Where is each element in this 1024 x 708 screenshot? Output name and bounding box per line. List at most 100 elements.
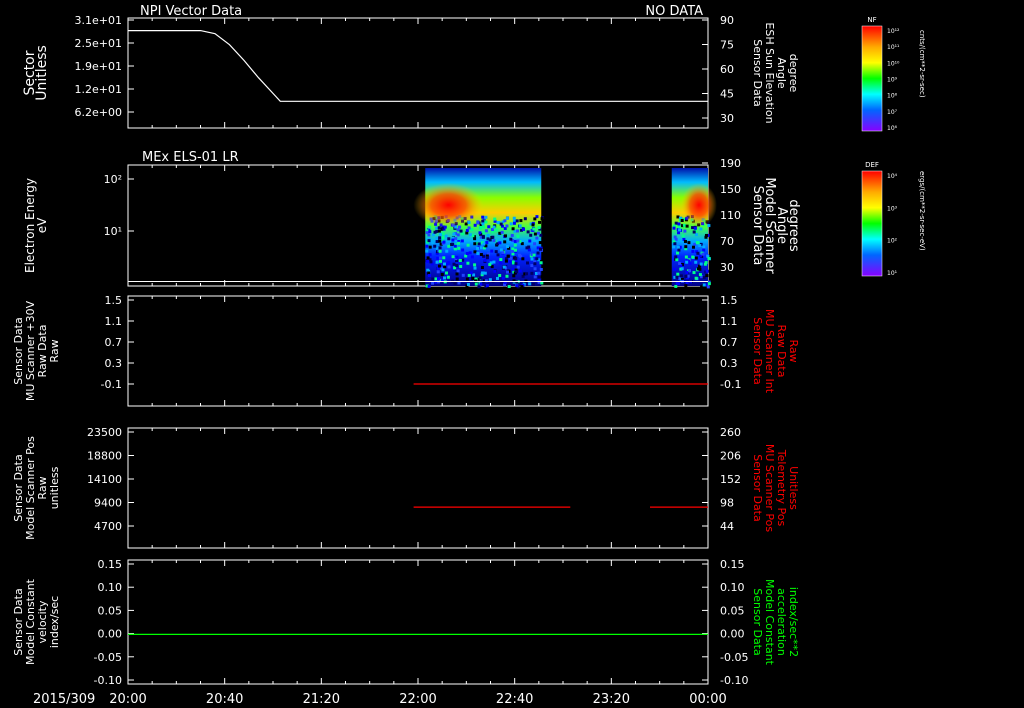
panel-frame <box>127 559 709 685</box>
y-axis-label-line: eV <box>35 217 49 233</box>
colorbar-tick-label: 10² <box>887 238 898 245</box>
chart-canvas: NPI Vector Data NO DATA NF 10¹² 10¹¹ 10¹⁰ 1… <box>12 4 926 707</box>
y-axis-label-line: Unitless <box>787 466 800 510</box>
y-axis-label-line: Raw <box>787 339 800 362</box>
y-axis-label-line: index/sec**2 <box>787 587 800 657</box>
y-axis-label-line: MU Scanner Int <box>763 309 776 394</box>
y-tick-label-left: 23500 <box>87 426 122 439</box>
y-tick-label-left: 0.10 <box>98 581 123 594</box>
y-tick-label-left: 0.05 <box>98 604 123 617</box>
y-tick-label-right: 30 <box>720 112 734 125</box>
colorbar-tick-label: 10¹ <box>887 270 898 277</box>
y-axis-label-line: Raw Data <box>775 325 788 378</box>
y-tick-label-left: -0.05 <box>94 651 122 664</box>
colorbar-tick-label: 10⁴ <box>887 173 898 180</box>
y-tick-label-right: 206 <box>720 450 741 463</box>
y-tick-label-left: 10¹ <box>104 225 122 238</box>
y-axis-label-line: Sensor Data <box>751 454 764 521</box>
y-axis-label-left: Sensor Data Model Constant velocity index/s… <box>12 578 61 665</box>
y-tick-label-right: -0.1 <box>720 378 741 391</box>
y-axis-label-line: MU Scanner Pos <box>763 444 776 533</box>
colorbar-tick-label: 10¹¹ <box>887 44 900 51</box>
x-tick-label: 22:00 <box>399 692 436 707</box>
panel-frame <box>127 164 709 287</box>
y-tick-label-left: -0.1 <box>101 378 122 391</box>
y-tick-label-right: 150 <box>720 183 741 196</box>
colorbar-nf: NF 10¹² 10¹¹ 10¹⁰ 10⁹ 10⁸ 10⁷ 10⁶ cnts/(cm**2-… <box>861 16 926 132</box>
y-tick-label-left: -0.10 <box>94 674 122 687</box>
colorbar-nf-title: NF <box>867 16 876 24</box>
x-tick-label: 22:40 <box>496 692 533 707</box>
y-tick-label-left: 0.7 <box>105 336 123 349</box>
colorbar-tick-label: 10¹⁰ <box>887 60 900 67</box>
colorbar-tick-label: 10⁶ <box>887 125 898 132</box>
y-tick-label-right: 0.10 <box>720 581 745 594</box>
panel-title: MEx ELS-01 LR <box>142 150 239 165</box>
y-axis-label-line: Sensor Data <box>751 39 764 106</box>
panel-frame <box>127 17 709 129</box>
y-tick-label-right: 1.1 <box>720 315 738 328</box>
y-tick-label-right: 60 <box>720 63 734 76</box>
series-line <box>128 30 708 102</box>
y-tick-label-right: 30 <box>720 261 734 274</box>
y-axis-label-left: Sensor Data MU Scanner +30V Raw Data Raw <box>12 300 61 401</box>
colorbar-tick-label: 10³ <box>887 205 898 212</box>
y-axis-label-left: SectorUnitless <box>22 45 50 101</box>
y-axis-label-line: Telemetry Pos <box>775 449 788 527</box>
colorbar-tick-label: 10⁷ <box>887 109 898 116</box>
y-axis-label-line: acceleration <box>775 588 788 656</box>
x-tick-label: 21:20 <box>303 692 340 707</box>
y-tick-label-right: 0.00 <box>720 628 745 641</box>
y-tick-label-left: 3.1e+01 <box>75 14 122 27</box>
y-axis-label-right: Sensor Data ESH Sun Elevation Angle degree <box>751 22 800 123</box>
y-tick-label-right: 70 <box>720 235 734 248</box>
y-axis-label-line: degree <box>787 54 800 93</box>
y-axis-label-line: ESH Sun Elevation <box>763 22 776 123</box>
x-axis-labels: 20:00 20:40 21:20 22:00 22:40 23:20 00:00 <box>109 692 726 707</box>
y-tick-label-right: 98 <box>720 497 734 510</box>
y-tick-label-right: 1.5 <box>720 294 738 307</box>
y-tick-label-left: 10² <box>104 173 122 186</box>
panel-frame <box>127 295 709 407</box>
colorbar-tick-label: 10¹² <box>887 28 900 35</box>
y-tick-label-left: 9400 <box>94 497 122 510</box>
y-tick-label-left: 1.5 <box>105 294 123 307</box>
colorbar-def-unit: ergs/(cm**2-sr-sec-eV) <box>918 171 926 251</box>
y-axis-label-line: Sensor Data <box>751 588 764 655</box>
x-tick-label: 00:00 <box>689 692 726 707</box>
x-tick-label: 20:00 <box>109 692 146 707</box>
y-tick-label-right: -0.10 <box>720 674 748 687</box>
y-tick-label-left: 2.5e+01 <box>75 37 122 50</box>
panel-4: 23500 18800 14100 9400 4700 260 206 152 98 44 Sens… <box>12 426 800 549</box>
colorbar-def: DEF 10⁴ 10³ 10² 10¹ ergs/(cm**2-sr-sec-eV) <box>861 161 926 277</box>
y-axis-label-left: Electron EnergyeV <box>23 178 49 273</box>
y-tick-label-left: 1.9e+01 <box>75 60 122 73</box>
x-tick-label: 23:20 <box>593 692 630 707</box>
panel-frame <box>127 427 709 549</box>
y-tick-label-left: 1.1 <box>105 315 123 328</box>
y-axis-label-left: Sensor Data Model Scanner Pos Raw unitless <box>12 436 61 540</box>
colorbar-tick-label: 10⁸ <box>887 93 898 100</box>
panel-5: 0.15 0.10 0.05 0.00 -0.05 -0.10 0.15 0.10 0.05 0.… <box>12 558 800 687</box>
y-tick-label-right: -0.05 <box>720 651 748 664</box>
y-axis-label-right: Sensor Data Model Constant acceleration ind… <box>751 579 800 666</box>
y-axis-label-right: Sensor DataModel ScannerAngledegrees <box>750 177 801 274</box>
y-tick-label-right: 0.05 <box>720 604 745 617</box>
y-axis-label-line: Sensor Data <box>751 317 764 384</box>
panel-2: MEx ELS-01 LR 10² 10¹ 190 150 110 70 30 Electron… <box>23 150 801 289</box>
y-tick-label-right: 90 <box>720 14 734 27</box>
colorbar-tick-label: 10⁹ <box>887 77 898 84</box>
y-tick-label-right: 110 <box>720 209 741 222</box>
y-tick-label-right: 152 <box>720 473 741 486</box>
y-tick-label-right: 190 <box>720 157 741 170</box>
y-axis-label-line: Raw <box>48 339 61 362</box>
heatmap-block <box>671 168 717 289</box>
y-axis-label-line: degrees <box>786 199 801 252</box>
y-tick-label-left: 1.2e+01 <box>75 83 122 96</box>
panel-1: 3.1e+01 2.5e+01 1.9e+01 1.2e+01 6.2e+00 90 75 6… <box>22 14 800 129</box>
heatmap-block <box>413 168 545 289</box>
chart-title: NPI Vector Data <box>140 4 242 19</box>
y-tick-label-left: 0.15 <box>98 558 123 571</box>
y-tick-label-left: 0.00 <box>98 628 123 641</box>
y-axis-label-right: Sensor Data MU Scanner Int Raw Data Raw <box>751 309 800 394</box>
